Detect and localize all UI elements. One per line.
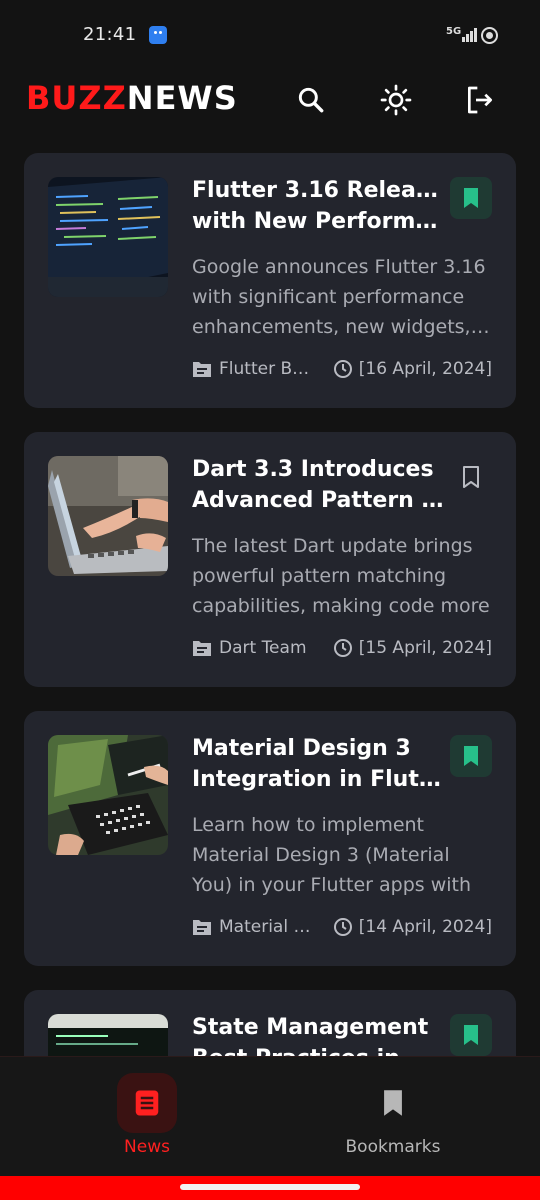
article-meta: Dart Team [15 April, 2024] (192, 638, 492, 662)
nav-bookmarks[interactable]: Bookmarks (318, 1073, 468, 1173)
article-source: Dart Team (192, 638, 307, 658)
article-thumbnail (48, 456, 168, 576)
article-title[interactable]: Flutter 3.16 Released with New Performan… (192, 175, 444, 237)
date-text: [16 April, 2024] (358, 359, 492, 379)
desc-line: with significant performance (192, 286, 465, 308)
article-date: [16 April, 2024] (333, 359, 492, 379)
article-date: [14 April, 2024] (333, 917, 492, 937)
clock-icon (333, 918, 352, 936)
folder-icon (193, 362, 211, 377)
search-button[interactable] (291, 80, 331, 120)
logo-news: NEWS (126, 79, 238, 117)
source-name: Dart Team (219, 638, 307, 658)
date-text: [14 April, 2024] (358, 917, 492, 937)
article-title[interactable]: Dart 3.3 Introduces Advanced Pattern Mat… (192, 454, 444, 516)
battery-icon (481, 27, 498, 44)
article-date: [15 April, 2024] (333, 638, 492, 658)
title-line: Dart 3.3 Introduces (192, 457, 434, 482)
news-card[interactable]: Material Design 3 Integration in Flutter… (24, 711, 516, 966)
status-time: 21:41 (83, 24, 137, 45)
article-thumbnail (48, 177, 168, 297)
bookmark-icon (384, 1090, 402, 1116)
home-handle[interactable] (180, 1184, 360, 1190)
news-card[interactable]: State Management Best Practices in Flutt… (24, 990, 516, 1056)
bottom-navigation: News Bookmarks (0, 1056, 540, 1176)
date-text: [15 April, 2024] (358, 638, 492, 658)
nav-news-label: News (124, 1137, 170, 1157)
desc-line: Google announces Flutter 3.16 (192, 256, 486, 278)
article-meta: Flutter Blog [16 April, 2024] (192, 359, 492, 383)
folder-icon (193, 641, 211, 656)
clock-icon (333, 639, 352, 657)
article-source: Material Design (192, 917, 313, 937)
logo-buzz: BUZZ (26, 79, 127, 117)
desc-line: Learn how to implement (192, 814, 425, 836)
bookmark-outline-icon (463, 466, 479, 488)
nav-bookmarks-label: Bookmarks (345, 1137, 441, 1157)
bookmark-filled-icon (464, 188, 478, 208)
title-line: Flutter 3.16 Released (192, 178, 444, 203)
bookmark-filled-icon (464, 746, 478, 766)
bookmark-button[interactable] (450, 177, 492, 219)
bookmark-button[interactable] (450, 735, 492, 777)
status-bar: 21:41 5G (0, 0, 540, 70)
source-name: Material Design (219, 917, 313, 937)
article-source: Flutter Blog (192, 359, 313, 379)
nav-news[interactable]: News (72, 1073, 222, 1173)
bookmark-button[interactable] (450, 456, 492, 498)
title-line: Best Practices in Flutter (192, 1043, 444, 1056)
desc-line: powerful pattern matching (192, 565, 447, 587)
news-card[interactable]: Dart 3.3 Introduces Advanced Pattern Mat… (24, 432, 516, 687)
folder-icon (193, 920, 211, 935)
article-title[interactable]: Material Design 3 Integration in Flutter… (192, 733, 444, 795)
bookmark-filled-icon (464, 1025, 478, 1045)
desc-line: enhancements, new widgets, and (192, 316, 492, 338)
clock-icon (333, 360, 352, 378)
sun-icon (380, 84, 412, 116)
source-name: Flutter Blog (219, 359, 313, 379)
news-feed[interactable]: Flutter 3.16 Released with New Performan… (24, 153, 516, 1056)
gesture-bar (0, 1176, 540, 1200)
nav-news-indicator (117, 1073, 177, 1133)
nav-bookmarks-indicator (363, 1073, 423, 1133)
article-description: Learn how to implement Material Design 3… (192, 810, 492, 900)
article-title[interactable]: State Management Best Practices in Flutt… (192, 1012, 444, 1056)
app-logo: BUZZNEWS (26, 79, 238, 117)
newspaper-icon (135, 1090, 159, 1116)
desc-line: Material Design 3 (Material (192, 844, 450, 866)
desc-line: The latest Dart update brings (192, 535, 473, 557)
title-line: with New Performance (192, 209, 444, 234)
desc-line: capabilities, making code more (192, 595, 490, 617)
title-line: State Management (192, 1015, 429, 1040)
network-type: 5G (446, 26, 462, 37)
title-line: Advanced Pattern Matching (192, 488, 444, 513)
desc-line: You) in your Flutter apps with (192, 874, 472, 896)
title-line: Material Design 3 (192, 736, 411, 761)
article-description: Google announces Flutter 3.16 with signi… (192, 252, 492, 342)
android-app-icon (149, 26, 167, 44)
theme-toggle-button[interactable] (376, 80, 416, 120)
article-meta: Material Design [14 April, 2024] (192, 917, 492, 941)
app-bar: BUZZNEWS (0, 70, 540, 130)
signal-icon (462, 28, 478, 42)
article-description: The latest Dart update brings powerful p… (192, 531, 492, 621)
search-icon (298, 87, 324, 113)
bookmark-button[interactable] (450, 1014, 492, 1056)
article-thumbnail (48, 1014, 168, 1056)
article-thumbnail (48, 735, 168, 855)
logout-icon (468, 86, 492, 114)
news-card[interactable]: Flutter 3.16 Released with New Performan… (24, 153, 516, 408)
logout-button[interactable] (460, 80, 500, 120)
title-line: Integration in Flutter apps (192, 767, 444, 792)
